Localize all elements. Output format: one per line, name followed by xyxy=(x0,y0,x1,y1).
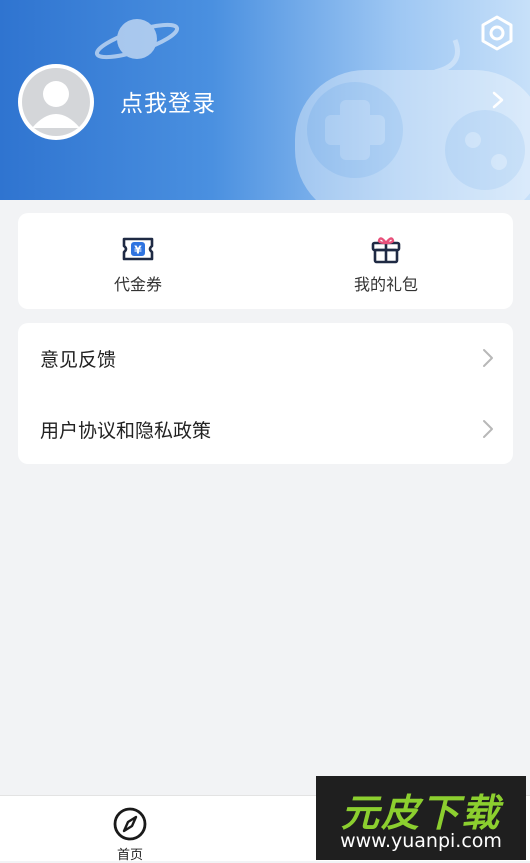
svg-text:¥: ¥ xyxy=(134,244,142,257)
voucher-label: 代金券 xyxy=(113,275,162,294)
planet-decoration-icon xyxy=(94,19,180,60)
voucher-icon: ¥ xyxy=(122,237,154,261)
menu-item-label: 意见反馈 xyxy=(40,349,117,371)
settings-icon[interactable] xyxy=(478,14,516,52)
chevron-right-icon xyxy=(483,420,493,438)
watermark-url: www.yuanpi.com xyxy=(340,830,502,852)
gamepad-decoration-icon xyxy=(295,39,530,200)
profile-header: 点我登录 xyxy=(0,0,530,200)
gift-pack-label: 我的礼包 xyxy=(353,275,418,294)
compass-icon xyxy=(113,807,147,841)
chevron-right-icon[interactable] xyxy=(488,90,508,110)
watermark-logo: 元皮下载 www.yuanpi.com xyxy=(316,776,526,860)
voucher-button[interactable]: ¥ 代金券 xyxy=(18,213,258,309)
menu-item-feedback[interactable]: 意见反馈 xyxy=(18,323,513,393)
avatar[interactable] xyxy=(18,64,94,140)
menu-item-privacy-policy[interactable]: 用户协议和隐私政策 xyxy=(18,394,513,464)
login-prompt[interactable]: 点我登录 xyxy=(120,84,216,118)
gift-icon xyxy=(371,237,401,264)
tab-home[interactable]: 首页 xyxy=(100,802,160,863)
chevron-right-icon xyxy=(483,349,493,367)
menu-item-label: 用户协议和隐私政策 xyxy=(40,420,212,442)
settings-menu-card: 意见反馈 用户协议和隐私政策 xyxy=(18,323,513,464)
tab-home-label: 首页 xyxy=(116,848,143,863)
default-user-icon xyxy=(22,68,90,136)
quick-actions-card: ¥ 代金券 我的礼包 xyxy=(18,213,513,309)
gift-pack-button[interactable]: 我的礼包 xyxy=(266,213,506,309)
watermark-brand: 元皮下载 xyxy=(340,791,501,835)
